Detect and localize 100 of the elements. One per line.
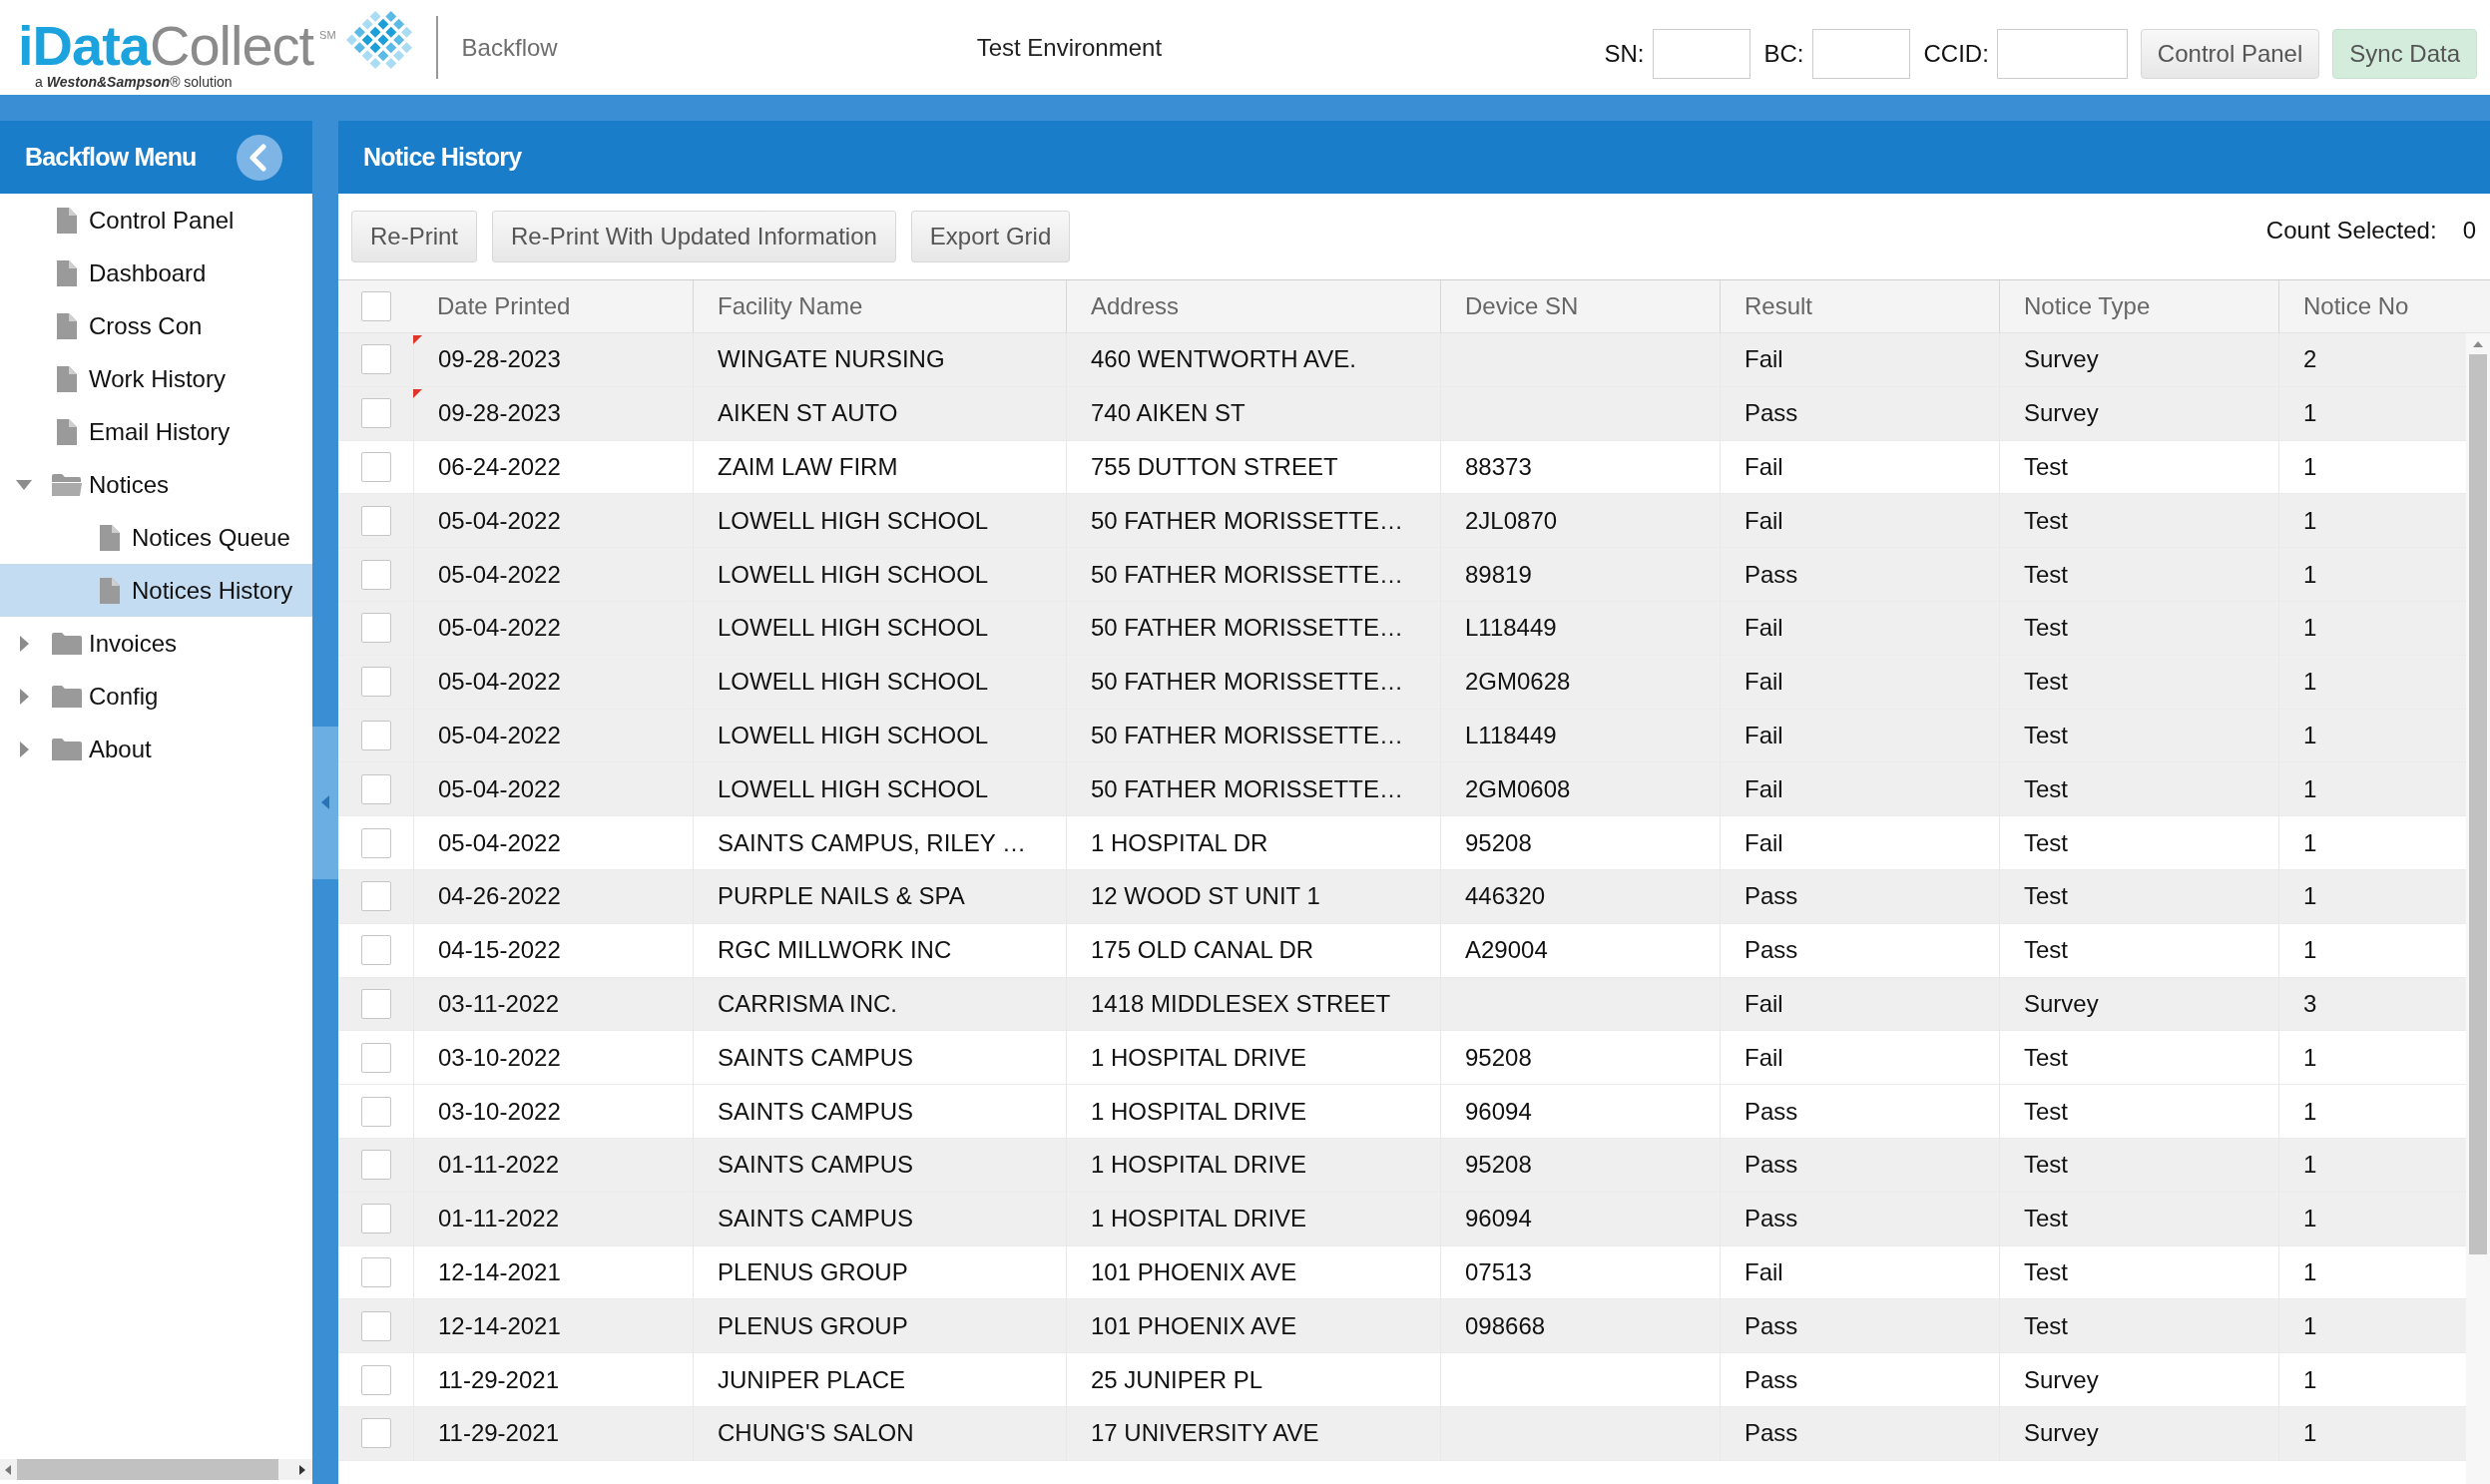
table-cell: 05-04-2022 (413, 709, 693, 762)
scrollbar-thumb[interactable] (2469, 354, 2487, 1254)
column-header[interactable]: Notice Type (1999, 280, 2278, 332)
row-checkbox[interactable] (360, 720, 391, 750)
collapse-arrow-icon[interactable] (321, 795, 329, 809)
tree-item[interactable]: Control Panel (0, 194, 312, 247)
tree-item[interactable]: Work History (0, 352, 312, 405)
table-cell: LOWELL HIGH SCHOOL (693, 548, 1066, 601)
table-cell: Pass (1720, 1406, 1999, 1460)
tree-item[interactable]: Notices History (0, 564, 312, 617)
row-checkbox[interactable] (360, 1310, 391, 1341)
row-checkbox[interactable] (360, 1150, 391, 1181)
row-checkbox[interactable] (360, 1204, 391, 1235)
table-cell: Survey (1999, 977, 2278, 1031)
tree-item[interactable]: Notices Queue (0, 511, 312, 564)
sidebar-title: Backflow Menu (25, 143, 197, 172)
table-cell: L118449 (1440, 709, 1720, 762)
row-checkbox[interactable] (360, 935, 391, 966)
table-cell: Test (1999, 709, 2278, 762)
table-cell: Test (1999, 602, 2278, 655)
scrollbar-thumb[interactable] (17, 1459, 278, 1480)
caret-right-icon[interactable] (19, 688, 29, 705)
table-cell: Test (1999, 440, 2278, 494)
scroll-up-arrow-icon[interactable] (2473, 341, 2483, 347)
row-checkbox[interactable] (360, 613, 391, 644)
splitter-handle[interactable] (312, 726, 338, 879)
row-checkbox[interactable] (360, 344, 391, 375)
table-cell: 05-04-2022 (413, 655, 693, 709)
row-checkbox[interactable] (360, 881, 391, 912)
table-cell: Test (1999, 1245, 2278, 1299)
table-cell: 17 UNIVERSITY AVE (1066, 1406, 1440, 1460)
row-checkbox[interactable] (360, 988, 391, 1019)
table-cell: 04-26-2022 (413, 869, 693, 923)
table-cell: ZAIM LAW FIRM (693, 440, 1066, 494)
tree-item[interactable]: Notices (0, 458, 312, 511)
input-field[interactable] (1811, 28, 1910, 79)
row-checkbox[interactable] (360, 827, 391, 858)
table-cell: 50 FATHER MORISSETTE… (1066, 548, 1440, 601)
column-header[interactable]: Result (1720, 280, 1999, 332)
table-cell: Test (1999, 816, 2278, 869)
row-checkbox[interactable] (360, 773, 391, 804)
select-all-checkbox[interactable] (360, 291, 391, 321)
tree-item[interactable]: About (0, 723, 312, 775)
column-header[interactable]: Notice No (2278, 280, 2490, 332)
collapse-icon[interactable] (237, 134, 282, 181)
table-cell: 05-04-2022 (413, 494, 693, 548)
toolbar-button[interactable]: Re-Print (351, 211, 478, 262)
tree-item[interactable]: Email History (0, 405, 312, 458)
table-cell: 07513 (1440, 1245, 1720, 1299)
row-checkbox[interactable] (360, 1256, 391, 1287)
table-cell: Test (1999, 1192, 2278, 1245)
row-checkbox[interactable] (360, 1042, 391, 1073)
table-cell: Survey (1999, 386, 2278, 440)
tree-item[interactable]: Config (0, 670, 312, 723)
tree-item[interactable]: Cross Con (0, 299, 312, 352)
column-header[interactable]: Date Printed (413, 280, 693, 332)
table-cell: 2JL0870 (1440, 494, 1720, 548)
caret-right-icon[interactable] (19, 741, 29, 757)
table-cell: Test (1999, 762, 2278, 816)
environment-label: Test Environment (976, 33, 1163, 62)
tree-item[interactable]: Invoices (0, 617, 312, 670)
column-header[interactable]: Facility Name (693, 280, 1066, 332)
table-cell: LOWELL HIGH SCHOOL (693, 762, 1066, 816)
field-label: CCID: (1923, 39, 1989, 68)
input-field[interactable] (1996, 28, 2128, 79)
toolbar-button[interactable]: Export Grid (910, 211, 1071, 262)
table-cell: 88373 (1440, 440, 1720, 494)
row-checkbox[interactable] (360, 667, 391, 698)
table-cell: Pass (1720, 548, 1999, 601)
table-cell: 50 FATHER MORISSETTE… (1066, 494, 1440, 548)
header-button[interactable]: Sync Data (2332, 28, 2477, 79)
scroll-right-arrow-icon[interactable] (299, 1464, 305, 1475)
header-button[interactable]: Control Panel (2140, 28, 2320, 79)
row-checkbox[interactable] (360, 1096, 391, 1127)
table-cell: 95208 (1440, 816, 1720, 869)
column-header[interactable]: Address (1066, 280, 1440, 332)
table-cell: Pass (1720, 1299, 1999, 1353)
tree-item[interactable]: Dashboard (0, 247, 312, 299)
document-icon (57, 418, 77, 445)
row-checkbox[interactable] (360, 398, 391, 429)
table-cell: 12-14-2021 (413, 1245, 693, 1299)
input-field[interactable] (1652, 28, 1750, 79)
caret-right-icon[interactable] (19, 635, 29, 652)
caret-down-icon[interactable] (16, 479, 32, 490)
scrollbar-track[interactable] (2466, 333, 2490, 1484)
toolbar-button[interactable]: Re-Print With Updated Information (492, 211, 896, 262)
row-checkbox[interactable] (360, 505, 391, 536)
table-cell: Survey (1999, 1406, 2278, 1460)
table-cell: 1 HOSPITAL DRIVE (1066, 1138, 1440, 1192)
row-checkbox[interactable] (360, 559, 391, 590)
column-header[interactable]: Device SN (1440, 280, 1720, 332)
row-checkbox[interactable] (360, 1364, 391, 1395)
row-checkbox[interactable] (360, 452, 391, 482)
field-label: SN: (1604, 39, 1645, 68)
table-cell: Fail (1720, 1031, 1999, 1085)
row-checkbox[interactable] (360, 1418, 391, 1449)
table-cell: Test (1999, 923, 2278, 977)
table-cell: Test (1999, 869, 2278, 923)
scroll-left-arrow-icon[interactable] (5, 1464, 11, 1475)
scrollbar-track[interactable] (0, 1459, 312, 1480)
